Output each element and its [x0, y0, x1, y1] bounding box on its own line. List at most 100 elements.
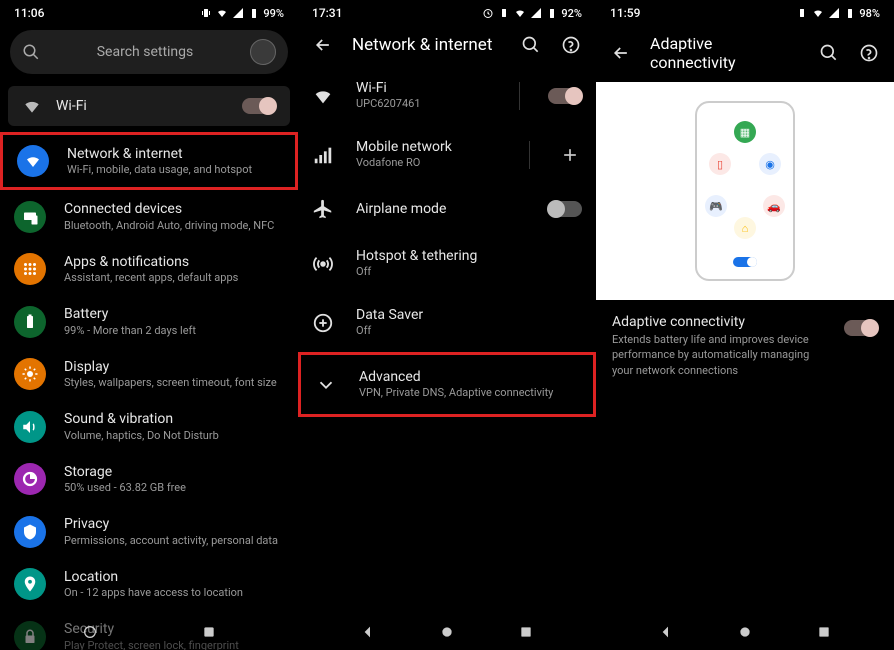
item-title: Airplane mode: [356, 201, 526, 218]
settings-list: Network & internetWi-Fi, mobile, data us…: [0, 132, 298, 650]
wifi-icon: [216, 7, 228, 19]
wifi-icon: [24, 152, 42, 170]
status-right: 99%: [200, 7, 284, 20]
item-title: Network & internet: [67, 145, 281, 163]
item-hotspot-tethering[interactable]: Hotspot & tetheringOff: [298, 234, 596, 293]
adaptive-toggle[interactable]: [844, 320, 878, 336]
wifi-icon: [514, 7, 526, 19]
help-button[interactable]: [858, 42, 880, 64]
clock: 17:31: [312, 6, 342, 20]
alarm-icon: [482, 7, 494, 19]
status-bar: 11:59 98%: [596, 0, 894, 24]
item-sub: UPC6207461: [356, 97, 491, 111]
nav-back-icon[interactable]: [658, 624, 674, 640]
item-apps-notifications[interactable]: Apps & notificationsAssistant, recent ap…: [0, 243, 298, 295]
item-advanced[interactable]: AdvancedVPN, Private DNS, Adaptive conne…: [298, 352, 596, 417]
item-display[interactable]: DisplayStyles, wallpapers, screen timeou…: [0, 348, 298, 400]
item-privacy[interactable]: PrivacyPermissions, account activity, pe…: [0, 505, 298, 557]
settings-main-screen: 11:06 99% Search settings Wi-Fi Network …: [0, 0, 298, 650]
item-sub: Assistant, recent apps, default apps: [64, 271, 284, 285]
item-title: Location: [64, 568, 284, 586]
location-icon: [21, 575, 39, 593]
status-right: 98%: [796, 7, 880, 20]
profile-avatar[interactable]: [250, 39, 276, 65]
back-button[interactable]: [610, 42, 632, 64]
battery-icon: [844, 7, 856, 19]
nav-home-icon[interactable]: [737, 624, 753, 640]
item-connected-devices[interactable]: Connected devicesBluetooth, Android Auto…: [0, 190, 298, 242]
status-bar: 11:06 99%: [0, 0, 298, 24]
help-icon: [859, 43, 879, 63]
nav-home-icon[interactable]: [439, 624, 455, 640]
nav-recent-icon[interactable]: [518, 624, 534, 640]
chevron-down-icon: [315, 374, 337, 396]
search-icon: [819, 43, 839, 63]
nav-back-icon[interactable]: [360, 624, 376, 640]
search-placeholder: Search settings: [54, 44, 236, 60]
clock: 11:59: [610, 6, 640, 20]
add-network-button[interactable]: [558, 143, 582, 167]
item-sound-vibration[interactable]: Sound & vibrationVolume, haptics, Do Not…: [0, 400, 298, 452]
help-icon: [561, 35, 581, 55]
airplane-icon: [312, 198, 334, 220]
item-title: Wi-Fi: [356, 80, 491, 97]
item-sub: Volume, haptics, Do Not Disturb: [64, 429, 284, 443]
adaptive-connectivity-screen: 11:59 98% Adaptive connectivity ▦: [596, 0, 894, 650]
adaptive-connectivity-row[interactable]: Adaptive connectivity Extends battery li…: [596, 300, 894, 392]
devices-icon: [21, 208, 39, 226]
item-battery[interactable]: Battery99% - More than 2 days left: [0, 295, 298, 347]
data-saver-icon: [312, 312, 334, 334]
item-location[interactable]: LocationOn - 12 apps have access to loca…: [0, 558, 298, 610]
signal-icon: [232, 7, 244, 19]
storage-icon: [21, 470, 39, 488]
item-sub: VPN, Private DNS, Adaptive connectivity: [359, 386, 579, 400]
clock: 11:06: [14, 6, 44, 20]
header: Adaptive connectivity: [596, 24, 894, 82]
nav-recent-icon[interactable]: [816, 624, 832, 640]
search-icon: [22, 43, 40, 61]
page-title: Adaptive connectivity: [650, 34, 800, 72]
item-sub: Wi-Fi, mobile, data usage, and hotspot: [67, 163, 281, 177]
item-sub: On - 12 apps have access to location: [64, 586, 284, 600]
wifi-quick-row[interactable]: Wi-Fi: [8, 86, 290, 126]
item-title: Display: [64, 358, 284, 376]
search-button[interactable]: [818, 42, 840, 64]
header: Network & internet: [298, 24, 596, 66]
item-sub: Styles, wallpapers, screen timeout, font…: [64, 376, 284, 390]
wifi-toggle[interactable]: [242, 98, 276, 114]
item-network-internet[interactable]: Network & internetWi-Fi, mobile, data us…: [0, 132, 298, 190]
battery-percent: 99%: [263, 7, 284, 20]
back-button[interactable]: [312, 34, 334, 56]
page-title: Network & internet: [352, 35, 502, 55]
nav-bar: [298, 614, 596, 650]
sound-icon: [21, 418, 39, 436]
privacy-icon: [21, 523, 39, 541]
item-airplane-mode[interactable]: Airplane mode: [298, 184, 596, 234]
nav-circle-outline-icon[interactable]: [82, 624, 98, 640]
item-sub: 99% - More than 2 days left: [64, 324, 284, 338]
nav-bar: [0, 614, 298, 650]
item-title: Data Saver: [356, 307, 582, 324]
item-storage[interactable]: Storage50% used - 63.82 GB free: [0, 453, 298, 505]
hotspot-icon: [312, 253, 334, 275]
wifi-toggle[interactable]: [548, 88, 582, 104]
battery-percent: 98%: [859, 7, 880, 20]
nav-square-icon[interactable]: [201, 624, 217, 640]
item-sub: Off: [356, 265, 582, 279]
item-title: Hotspot & tethering: [356, 248, 582, 265]
item-wifi[interactable]: Wi-FiUPC6207461: [298, 66, 596, 125]
item-title: Connected devices: [64, 200, 284, 218]
search-button[interactable]: [520, 34, 542, 56]
item-title: Battery: [64, 305, 284, 323]
signal-icon: [312, 144, 334, 166]
battery-icon: [21, 313, 39, 331]
airplane-toggle[interactable]: [548, 201, 582, 217]
help-button[interactable]: [560, 34, 582, 56]
item-mobile-network[interactable]: Mobile networkVodafone RO: [298, 125, 596, 184]
search-settings-bar[interactable]: Search settings: [10, 30, 288, 74]
illustration: ▦ ▯ ◉ 🎮 🚗 ⌂: [596, 82, 894, 300]
battery-icon: [546, 7, 558, 19]
item-title: Apps & notifications: [64, 253, 284, 271]
item-data-saver[interactable]: Data SaverOff: [298, 293, 596, 352]
divider: [519, 82, 520, 110]
